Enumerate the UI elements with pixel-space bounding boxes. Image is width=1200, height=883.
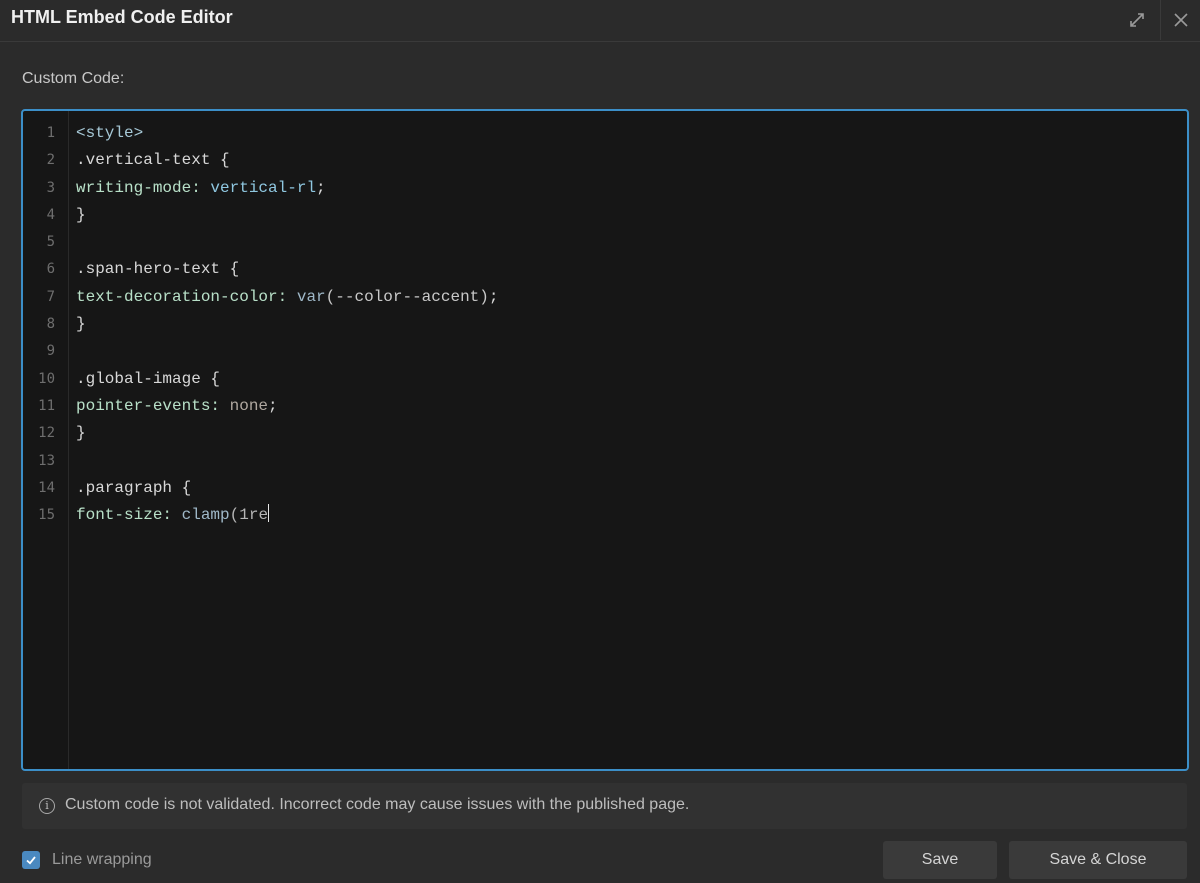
code-line[interactable]: 15 font-size: clamp(1re [23, 502, 1187, 529]
code-token: ; [488, 287, 499, 306]
code-token: .vertical-text { [76, 151, 230, 170]
line-code[interactable]: } [76, 202, 86, 229]
validation-notice: i Custom code is not validated. Incorrec… [22, 783, 1187, 829]
line-code[interactable]: } [76, 420, 86, 447]
line-code[interactable]: pointer-events: none; [76, 393, 278, 420]
code-token: font-size: [76, 506, 182, 525]
line-number: 9 [46, 343, 55, 360]
code-token: .global-image { [76, 369, 221, 388]
code-line[interactable]: 13 [23, 448, 1187, 475]
line-number: 10 [38, 370, 55, 387]
code-line[interactable]: 10 .global-image { [23, 366, 1187, 393]
code-token: <style> [76, 124, 144, 142]
close-button[interactable] [1160, 0, 1200, 40]
code-line[interactable]: 11 pointer-events: none; [23, 393, 1187, 420]
code-token: .span-hero-text { [76, 260, 240, 279]
line-number: 1 [46, 125, 55, 141]
line-wrapping-label[interactable]: Line wrapping [52, 851, 152, 869]
code-line[interactable]: 12} [23, 420, 1187, 447]
code-token: ; [316, 178, 326, 197]
code-token: } [76, 315, 86, 334]
code-line[interactable]: 8} [23, 311, 1187, 338]
line-number: 13 [38, 452, 55, 469]
code-editor[interactable]: 1 <style> 2 .vertical-text { 3 writing-mode: … [21, 109, 1189, 771]
line-code[interactable]: .global-image { [76, 366, 220, 393]
code-line[interactable]: 3 writing-mode: vertical-rl; [23, 175, 1187, 202]
line-number: 5 [46, 234, 55, 251]
line-code[interactable]: .paragraph { [76, 475, 191, 502]
expand-diagonal-icon [1130, 13, 1144, 27]
checkmark-icon [26, 856, 36, 865]
code-line[interactable]: 1 <style> [23, 120, 1187, 147]
line-code[interactable]: <style> [76, 120, 143, 147]
code-line[interactable]: 6 .span-hero-text { [23, 256, 1187, 283]
code-token: } [76, 424, 86, 443]
code-token: var [296, 287, 326, 306]
code-token: pointer-events: [76, 396, 230, 415]
code-token: ; [268, 396, 278, 415]
text-cursor [268, 504, 270, 523]
close-x-icon [1173, 13, 1188, 27]
info-circle-icon: i [39, 798, 55, 814]
expand-button[interactable] [1116, 0, 1158, 40]
dialog-titlebar: HTML Embed Code Editor [0, 0, 1200, 42]
line-number: 14 [38, 479, 55, 496]
line-number: 12 [38, 425, 55, 442]
line-code[interactable]: font-size: clamp(1re [76, 502, 270, 529]
line-code[interactable]: writing-mode: vertical-rl; [76, 175, 326, 202]
code-token: text-decoration-color: [76, 287, 297, 306]
line-number: 6 [46, 261, 55, 278]
line-number: 4 [46, 206, 55, 223]
save-button[interactable]: Save [883, 841, 997, 879]
code-token: vertical-rl [210, 178, 317, 197]
code-token: writing-mode: [76, 178, 211, 197]
code-token: (--color--accent) [325, 287, 489, 306]
line-code[interactable]: .vertical-text { [76, 147, 230, 174]
save-and-close-button[interactable]: Save & Close [1009, 841, 1187, 879]
validation-notice-text: Custom code is not validated. Incorrect … [65, 796, 690, 813]
code-token: .paragraph { [76, 478, 192, 497]
dialog-title: HTML Embed Code Editor [11, 7, 233, 27]
line-number: 15 [38, 507, 55, 524]
code-token: none [229, 396, 269, 415]
code-line[interactable]: 14 .paragraph { [23, 475, 1187, 502]
line-number: 3 [46, 179, 55, 196]
code-line[interactable]: 5 [23, 229, 1187, 256]
code-token: } [76, 205, 86, 224]
line-wrapping-checkbox[interactable] [22, 851, 40, 869]
custom-code-label: Custom Code: [22, 70, 125, 87]
line-number: 8 [46, 316, 55, 333]
line-number: 11 [38, 397, 55, 414]
line-code[interactable]: } [76, 311, 86, 338]
code-line[interactable]: 4} [23, 202, 1187, 229]
line-number: 7 [46, 288, 55, 305]
code-content[interactable]: 1 <style> 2 .vertical-text { 3 writing-mode: … [23, 120, 1187, 529]
html-embed-editor-dialog: HTML Embed Code Editor Custom Code: 1 <st… [0, 0, 1200, 883]
line-number: 2 [46, 152, 55, 169]
code-token: clamp [181, 506, 230, 525]
code-line[interactable]: 7 text-decoration-color: var(--color--acc… [23, 284, 1187, 311]
code-token: (1re [229, 506, 269, 525]
code-line[interactable]: 9 [23, 338, 1187, 365]
code-line[interactable]: 2 .vertical-text { [23, 147, 1187, 174]
line-code[interactable]: text-decoration-color: var(--color--acce… [76, 284, 499, 311]
line-code[interactable]: .span-hero-text { [76, 256, 239, 283]
